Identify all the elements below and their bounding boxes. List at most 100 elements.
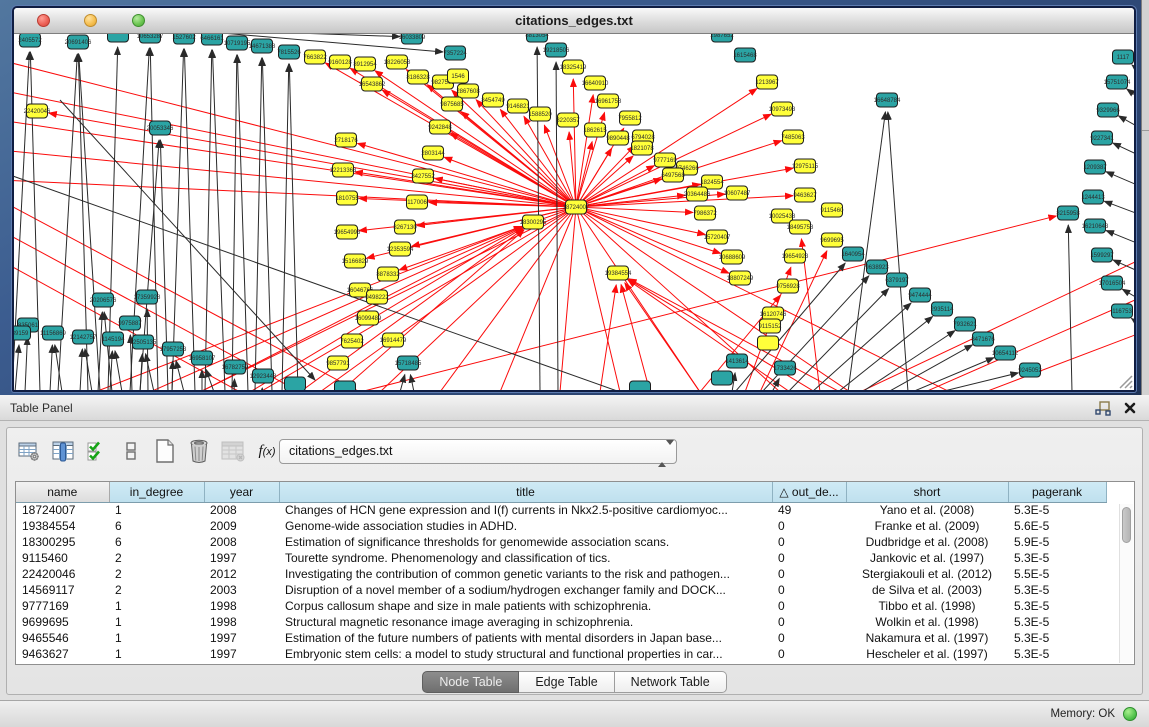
network-node[interactable]: 8427552 bbox=[411, 169, 435, 183]
network-edge[interactable] bbox=[95, 226, 522, 390]
network-node[interactable]: 16961758 bbox=[595, 94, 622, 108]
network-edge[interactable] bbox=[358, 143, 576, 207]
network-node[interactable]: 10719195 bbox=[224, 36, 251, 50]
float-panel-icon[interactable] bbox=[1095, 401, 1111, 416]
network-node[interactable]: 20364486 bbox=[684, 187, 711, 201]
network-node[interactable]: 9756928 bbox=[776, 279, 800, 293]
network-window-titlebar[interactable]: citations_edges.txt bbox=[14, 8, 1134, 34]
network-edge[interactable] bbox=[172, 49, 184, 390]
network-node[interactable]: 6466161 bbox=[200, 34, 224, 45]
network-node[interactable]: 7357224 bbox=[443, 46, 467, 60]
table-selector-dropdown[interactable]: citations_edges.txt bbox=[279, 439, 677, 464]
network-edge[interactable] bbox=[80, 349, 82, 390]
unselect-all-columns-button[interactable] bbox=[117, 437, 145, 465]
network-edge[interactable] bbox=[14, 175, 620, 390]
network-edge[interactable] bbox=[289, 64, 298, 390]
network-edge[interactable] bbox=[621, 285, 650, 390]
network-node[interactable]: 116753 bbox=[1112, 304, 1133, 318]
network-edge[interactable] bbox=[888, 112, 908, 390]
network-node[interactable]: 14671388 bbox=[249, 39, 276, 53]
network-edge[interactable] bbox=[576, 207, 950, 390]
network-edge[interactable] bbox=[576, 207, 620, 390]
network-node[interactable]: 9227341 bbox=[1090, 131, 1114, 145]
network-node[interactable]: 1117 bbox=[1113, 50, 1134, 64]
network-node[interactable]: 19384554 bbox=[605, 266, 632, 280]
network-node[interactable]: 16648784 bbox=[874, 93, 901, 107]
network-edge[interactable] bbox=[1106, 231, 1134, 248]
network-node[interactable]: 8813054 bbox=[525, 34, 549, 42]
table-scrollbar[interactable] bbox=[1119, 504, 1133, 663]
network-node[interactable]: 1615468 bbox=[733, 48, 757, 62]
column-header-out_de[interactable]: △ out_de... bbox=[772, 482, 846, 502]
column-header-year[interactable]: year bbox=[204, 482, 279, 502]
network-edge[interactable] bbox=[788, 289, 889, 390]
network-node[interactable]: 16640910 bbox=[582, 76, 609, 90]
network-node[interactable]: 16958107 bbox=[189, 351, 216, 365]
network-edge[interactable] bbox=[140, 140, 159, 390]
network-node[interactable]: 6497568 bbox=[661, 168, 685, 182]
network-edge[interactable] bbox=[1113, 143, 1134, 160]
network-node[interactable]: 7932621 bbox=[953, 317, 977, 331]
table-row[interactable]: 2242004622012Investigating the contribut… bbox=[16, 566, 1106, 582]
network-node[interactable]: 8215958 bbox=[1056, 206, 1080, 220]
column-header-name[interactable]: name bbox=[16, 482, 109, 502]
network-node[interactable]: 9777169 bbox=[653, 153, 677, 167]
network-edge[interactable] bbox=[1131, 318, 1134, 332]
select-all-columns-button[interactable] bbox=[83, 437, 111, 465]
network-canvas[interactable]: 2405572206914061065328715276026466161107… bbox=[14, 34, 1134, 390]
network-edge[interactable] bbox=[176, 361, 184, 390]
network-node[interactable]: 39159 bbox=[14, 326, 31, 340]
network-edge[interactable] bbox=[576, 207, 693, 212]
network-node[interactable]: 117006 bbox=[407, 195, 428, 209]
network-node[interactable]: 9463627 bbox=[793, 188, 817, 202]
network-node[interactable]: 20691406 bbox=[65, 35, 92, 49]
network-edge[interactable] bbox=[50, 345, 52, 390]
network-node[interactable]: 1640954 bbox=[841, 247, 865, 261]
network-node[interactable]: 11156869 bbox=[40, 326, 66, 340]
network-edge[interactable] bbox=[400, 375, 405, 390]
network-node[interactable]: 9160128 bbox=[328, 55, 352, 69]
network-edge[interactable] bbox=[85, 349, 92, 390]
network-edge[interactable] bbox=[282, 64, 289, 390]
network-node[interactable]: 2867608 bbox=[456, 84, 480, 98]
table-row[interactable]: 969969511998Structural magnetic resonanc… bbox=[16, 614, 1106, 630]
network-node[interactable]: 2718176 bbox=[334, 133, 358, 147]
network-edge[interactable] bbox=[1118, 116, 1134, 133]
network-node[interactable]: 9890448 bbox=[606, 131, 630, 145]
network-node[interactable]: 1413614 bbox=[725, 354, 749, 368]
network-node[interactable]: 17957253 bbox=[160, 342, 187, 356]
network-node[interactable] bbox=[335, 381, 356, 390]
network-node[interactable]: 1213967 bbox=[755, 75, 779, 89]
network-node[interactable]: 9242848 bbox=[428, 120, 452, 134]
network-edge[interactable] bbox=[524, 116, 576, 207]
network-node[interactable]: 16543862 bbox=[359, 77, 386, 91]
network-node[interactable]: 18226058 bbox=[384, 55, 411, 69]
network-node[interactable]: 1599297 bbox=[1090, 248, 1114, 262]
network-node[interactable]: 19218506 bbox=[543, 43, 570, 57]
network-node[interactable]: 9875685 bbox=[440, 97, 464, 111]
close-panel-icon[interactable] bbox=[1123, 401, 1137, 415]
network-edge[interactable] bbox=[172, 361, 173, 390]
network-node[interactable]: 16210643 bbox=[1082, 219, 1109, 233]
network-node[interactable]: 10653287 bbox=[137, 34, 164, 43]
network-node[interactable]: 19654923 bbox=[782, 249, 809, 263]
network-node[interactable]: 12975115 bbox=[792, 159, 819, 173]
network-node[interactable]: 9329966 bbox=[1096, 103, 1120, 117]
network-node[interactable]: 12142757 bbox=[70, 330, 97, 344]
network-node[interactable]: 12213363 bbox=[330, 163, 357, 177]
network-node[interactable] bbox=[712, 371, 733, 385]
network-edge[interactable] bbox=[255, 58, 262, 390]
table-row[interactable]: 1938455462009Genome-wide association stu… bbox=[16, 518, 1106, 534]
network-node[interactable]: 1588520 bbox=[528, 107, 552, 121]
tab-node-table[interactable]: Node Table bbox=[422, 671, 519, 693]
network-edge[interactable] bbox=[576, 95, 593, 207]
table-row[interactable]: 1872400712008Changes of HCN gene express… bbox=[16, 502, 1106, 518]
network-edge[interactable] bbox=[560, 207, 576, 390]
network-edge[interactable] bbox=[912, 358, 994, 390]
network-node[interactable]: 1862615 bbox=[583, 123, 607, 137]
network-node[interactable]: 1821078 bbox=[630, 141, 654, 155]
network-node[interactable]: 22420046 bbox=[24, 104, 51, 118]
network-node[interactable]: 7663822 bbox=[303, 50, 327, 64]
network-node[interactable]: 7986372 bbox=[693, 206, 717, 220]
network-edge[interactable] bbox=[98, 312, 102, 390]
